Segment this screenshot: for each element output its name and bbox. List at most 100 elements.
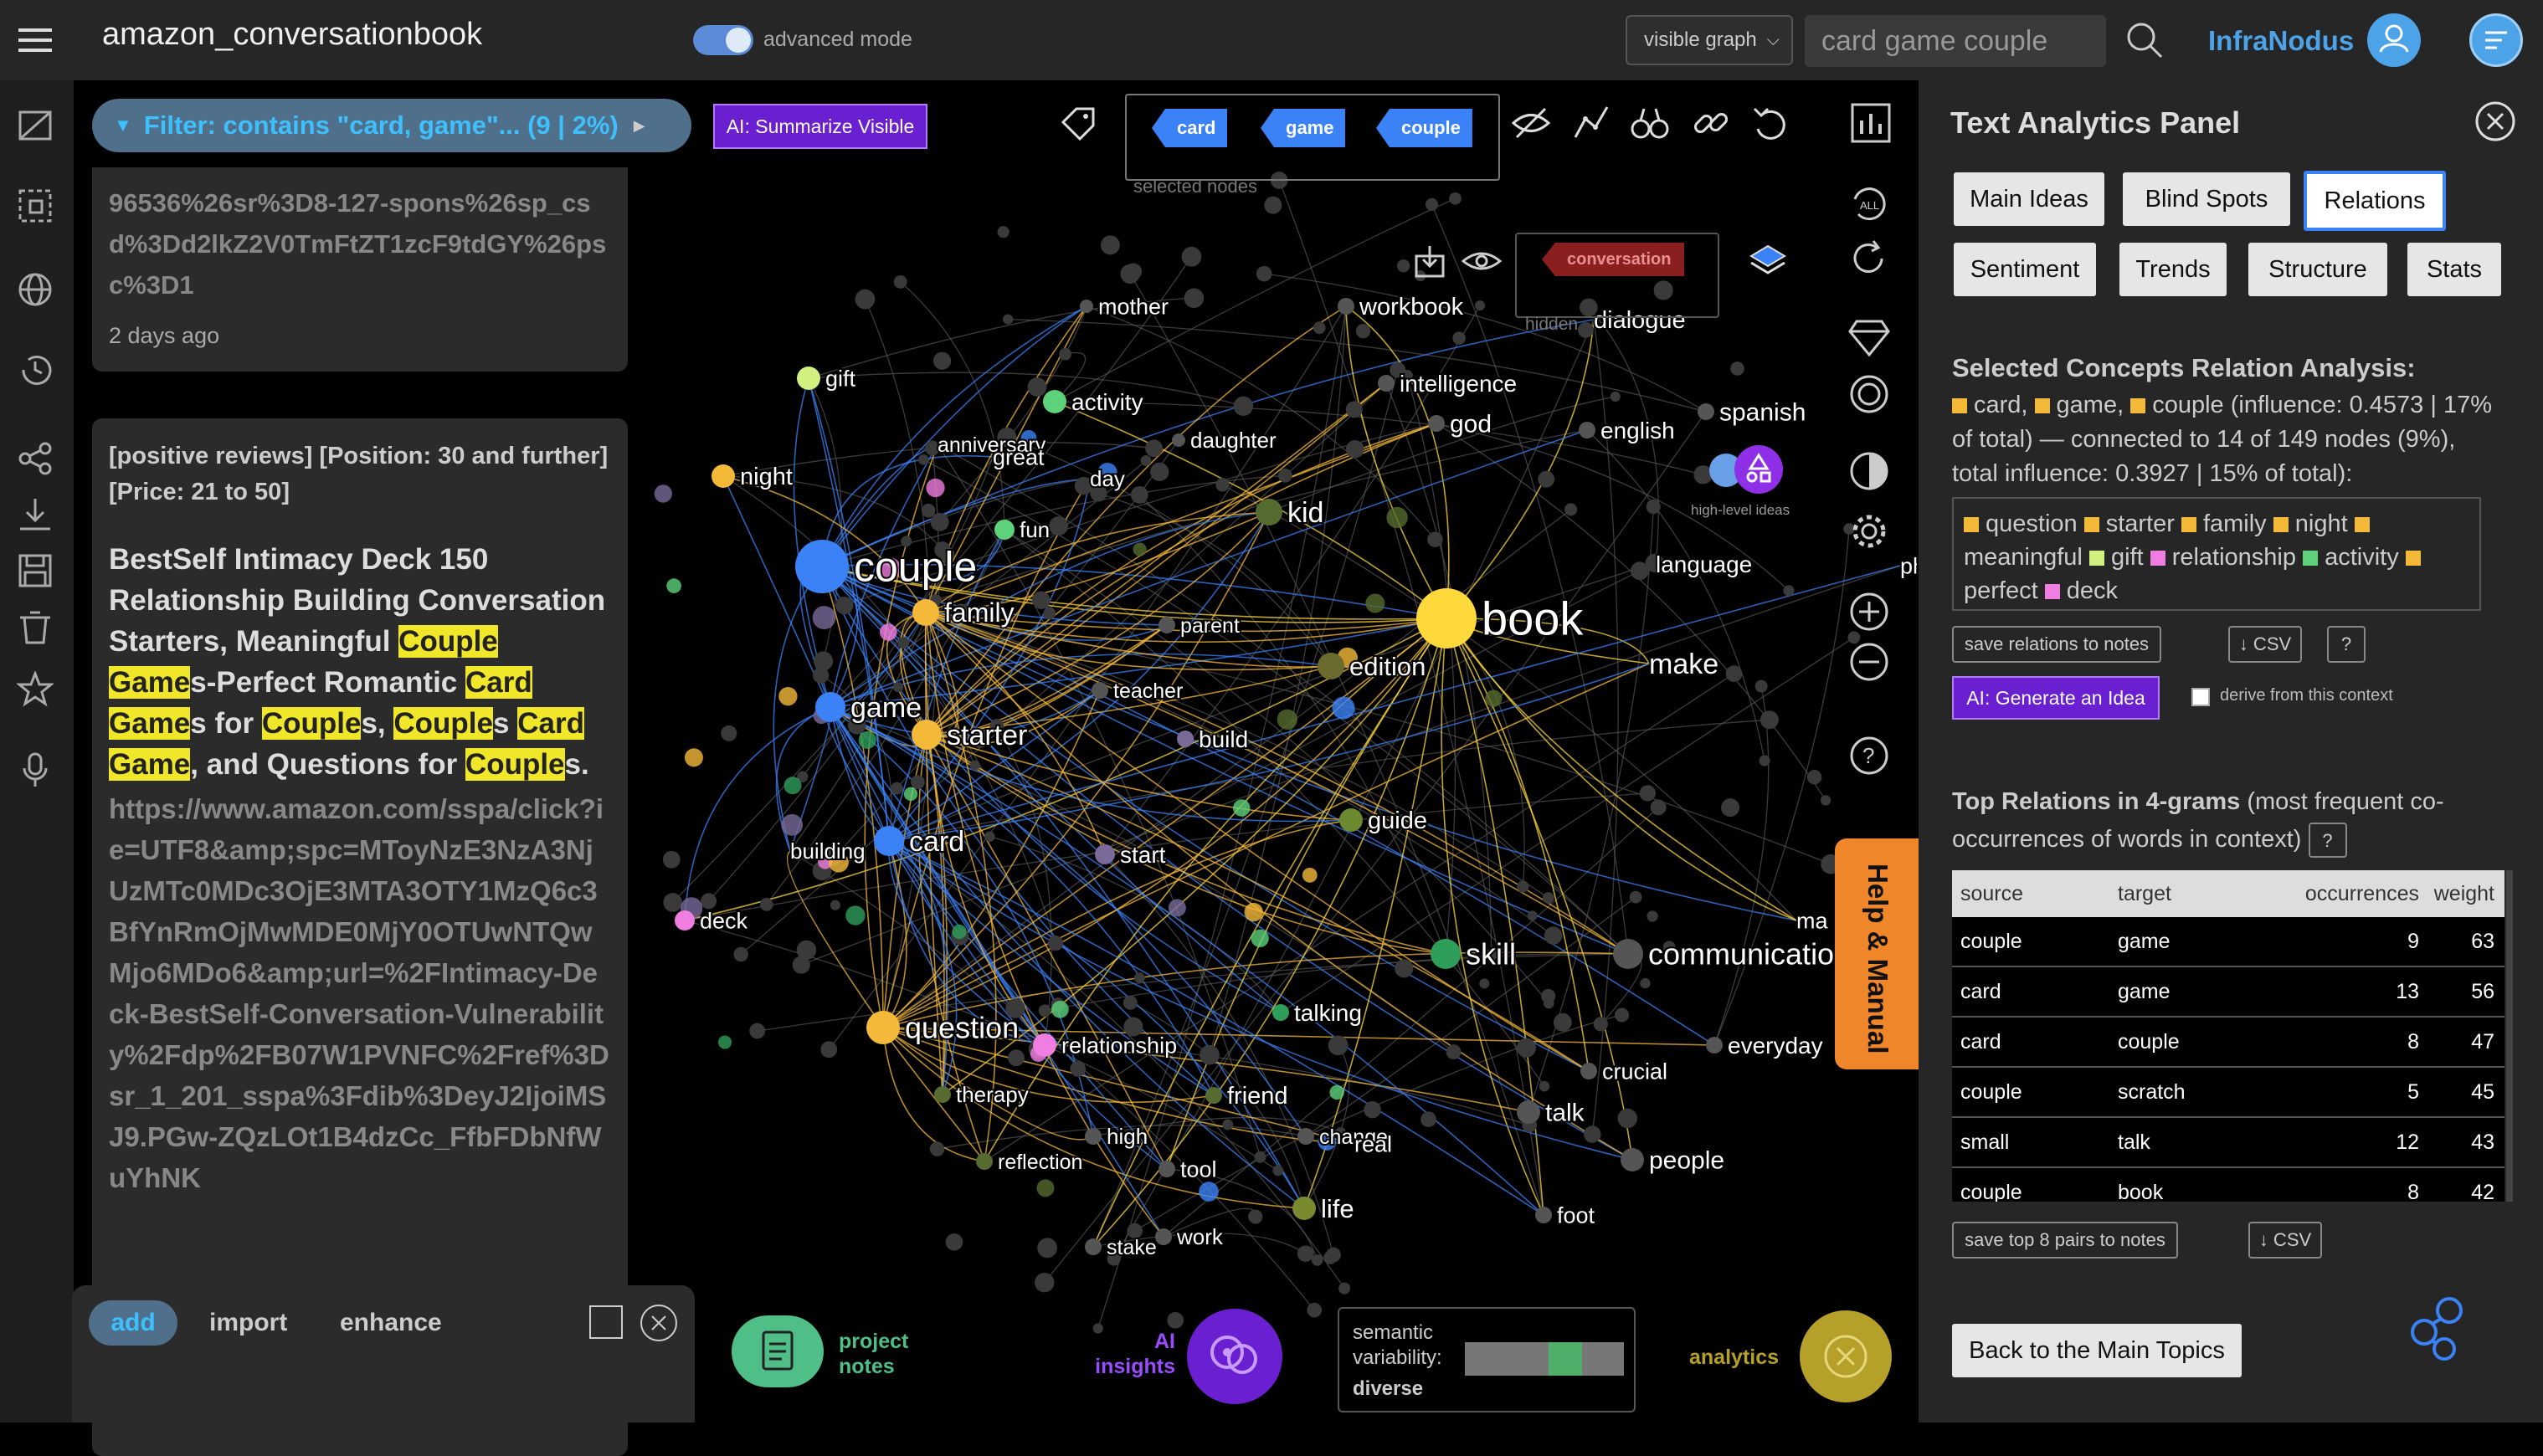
graph-node[interactable]	[1100, 235, 1120, 255]
graph-node-skill[interactable]	[1431, 939, 1461, 969]
graph-node[interactable]	[855, 289, 876, 310]
statement-url[interactable]: https://www.amazon.com/sspa/click?ie=UTF…	[109, 788, 611, 1198]
graph-node-label[interactable]: night	[738, 462, 794, 492]
graph-node[interactable]	[654, 484, 672, 503]
graph-node-communication[interactable]	[1613, 939, 1643, 969]
selected-node-tag[interactable]: game	[1261, 109, 1346, 147]
help-icon[interactable]: ?	[1848, 735, 1890, 777]
graph-node-spanish[interactable]	[1698, 403, 1714, 420]
graph-node[interactable]	[1630, 561, 1649, 581]
graph-node[interactable]	[1031, 591, 1051, 609]
graph-node[interactable]	[1043, 607, 1056, 620]
graph-node[interactable]	[1120, 264, 1140, 285]
graph-node[interactable]	[1452, 331, 1466, 345]
graph-node-label[interactable]: card	[907, 824, 966, 859]
graph-node[interactable]	[903, 787, 918, 801]
graph-node-label[interactable]: stake	[1105, 1234, 1158, 1261]
graph-node-label[interactable]: english	[1599, 416, 1677, 445]
graph-node[interactable]	[1133, 972, 1145, 983]
connected-concept[interactable]: meaningful	[1964, 544, 2089, 571]
graph-node[interactable]	[1264, 196, 1282, 214]
graph-node[interactable]	[1617, 1108, 1638, 1129]
graph-node[interactable]	[1541, 988, 1556, 1004]
focus-icon[interactable]	[1848, 373, 1890, 415]
network-icon[interactable]	[2409, 1295, 2473, 1362]
graph-node[interactable]	[1199, 1182, 1219, 1202]
graph-node[interactable]	[1485, 690, 1503, 707]
graph-node[interactable]	[820, 1041, 838, 1059]
graph-node[interactable]	[1386, 506, 1408, 529]
graph-node[interactable]	[1168, 899, 1186, 917]
graph-node[interactable]	[1140, 455, 1152, 466]
graph-node[interactable]	[1721, 798, 1740, 818]
graph-node[interactable]	[1222, 1119, 1234, 1130]
analytics-label[interactable]: analytics	[1689, 1346, 1779, 1370]
graph-node-label[interactable]: ma	[1795, 906, 1830, 935]
graph-canvas[interactable]: couple book question starter card game family s…	[616, 80, 1934, 1423]
graph-node-label[interactable]: reflection	[996, 1149, 1084, 1176]
graph-node[interactable]	[1338, 1282, 1351, 1295]
back-to-main-topics-button[interactable]: Back to the Main Topics	[1952, 1324, 2242, 1377]
graph-node[interactable]	[1047, 936, 1064, 951]
graph-node[interactable]	[1256, 265, 1272, 282]
graph-node-label[interactable]: high	[1105, 1122, 1149, 1151]
graph-node[interactable]	[1167, 1312, 1184, 1329]
graph-node[interactable]	[792, 956, 810, 974]
graph-node-label[interactable]: great	[991, 443, 1046, 471]
graph-node[interactable]	[1181, 246, 1202, 267]
graph-node[interactable]	[1329, 1084, 1344, 1100]
semantic-variability-box[interactable]: semantic variability: diverse	[1338, 1307, 1636, 1412]
graph-node[interactable]	[917, 454, 929, 465]
graph-node[interactable]	[1538, 470, 1555, 488]
menu-icon[interactable]	[18, 25, 52, 54]
graph-node-label[interactable]: deck	[698, 906, 750, 935]
graph-node-god[interactable]	[1428, 415, 1445, 432]
graph-node[interactable]	[1277, 709, 1297, 730]
graph-node-night[interactable]	[712, 464, 735, 488]
graph-node[interactable]	[1199, 1044, 1220, 1065]
table-row[interactable]: couple book 8 42	[1952, 1168, 2504, 1202]
graph-node[interactable]	[1150, 462, 1169, 481]
csv-button[interactable]: ↓ CSV	[2228, 626, 2302, 663]
graph-node[interactable]	[666, 578, 681, 593]
graph-node[interactable]	[1313, 321, 1326, 335]
graph-node-english[interactable]	[1579, 422, 1595, 438]
graph-node[interactable]	[1272, 1165, 1284, 1177]
close-panel-icon[interactable]	[2474, 100, 2516, 142]
graph-node[interactable]	[1233, 396, 1254, 417]
hidden-node-tag[interactable]: conversation	[1542, 243, 1685, 276]
graph-node[interactable]	[733, 946, 748, 962]
graph-node[interactable]	[1145, 439, 1163, 458]
graph-node[interactable]	[781, 813, 804, 836]
graph-node[interactable]	[1302, 867, 1318, 883]
contrast-icon[interactable]	[1848, 450, 1890, 492]
graph-node[interactable]	[1584, 1125, 1601, 1143]
graph-node-family[interactable]	[912, 599, 939, 626]
graph-node[interactable]	[932, 351, 952, 370]
graph-node[interactable]	[1820, 795, 1831, 806]
graph-node-label[interactable]: building	[789, 837, 867, 865]
connected-concept[interactable]: deck	[2067, 577, 2118, 604]
graph-node-everyday[interactable]	[1706, 1037, 1723, 1054]
graph-node-label[interactable]: couple	[852, 542, 979, 592]
graph-node[interactable]	[1806, 770, 1822, 785]
graph-node[interactable]	[1449, 192, 1462, 205]
graph-node[interactable]	[1184, 288, 1205, 309]
graph-node[interactable]	[1760, 710, 1779, 730]
graph-node-label[interactable]: god	[1448, 409, 1493, 440]
graph-node-start[interactable]	[1095, 844, 1115, 864]
graph-node-label[interactable]: guide	[1366, 806, 1429, 836]
help-button[interactable]: ?	[2327, 626, 2366, 663]
graph-node[interactable]	[1564, 503, 1578, 516]
graph-node-label[interactable]: foot	[1555, 1201, 1597, 1229]
microphone-icon[interactable]	[12, 746, 59, 793]
table-row[interactable]: card game 13 56	[1952, 967, 2504, 1018]
graph-node-label[interactable]: fun	[1018, 515, 1051, 544]
expand-editor-icon[interactable]	[589, 1305, 623, 1339]
graph-node[interactable]	[1629, 890, 1642, 904]
graph-node[interactable]	[1650, 799, 1667, 816]
graph-node[interactable]	[1027, 377, 1047, 397]
graph-node[interactable]	[921, 503, 936, 518]
graph-node-label[interactable]: work	[1174, 1223, 1225, 1251]
graph-node[interactable]	[835, 597, 854, 615]
